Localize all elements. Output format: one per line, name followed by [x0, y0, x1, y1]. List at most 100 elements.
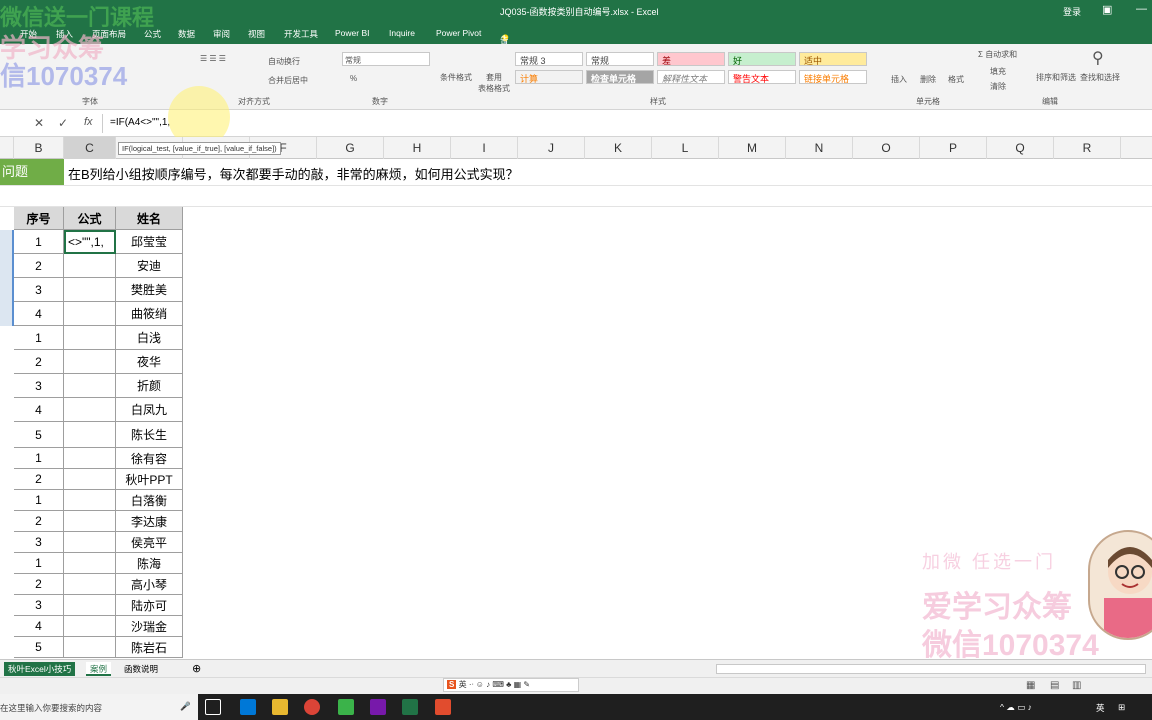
row-name-cell[interactable]: 秋叶PPT: [116, 469, 183, 490]
insert-function-icon[interactable]: fx: [84, 116, 93, 128]
merge-center-button[interactable]: 合并后居中: [268, 75, 308, 86]
row-number-cell[interactable]: 1: [14, 490, 64, 511]
row-number-cell[interactable]: 3: [14, 374, 64, 398]
row-number-cell[interactable]: 2: [14, 511, 64, 532]
formula-input[interactable]: =IF(A4<>"",1,: [110, 117, 170, 128]
excel-taskbar-icon[interactable]: [402, 699, 418, 715]
tab-developer[interactable]: 开发工具: [284, 28, 318, 40]
minimize-icon[interactable]: —: [1136, 3, 1147, 15]
formula-cell[interactable]: [64, 278, 116, 302]
tab-view[interactable]: 视图: [248, 28, 265, 40]
row-name-cell[interactable]: 李达康: [116, 511, 183, 532]
tab-inquire[interactable]: Inquire: [389, 28, 415, 38]
formula-cell[interactable]: [64, 532, 116, 553]
tab-power-bi[interactable]: Power BI: [335, 28, 370, 38]
row-name-cell[interactable]: 樊胜美: [116, 278, 183, 302]
row-number-cell[interactable]: 3: [14, 532, 64, 553]
edge-icon[interactable]: [240, 699, 256, 715]
formula-cell[interactable]: [64, 374, 116, 398]
style-normal3[interactable]: 常规 3: [515, 52, 583, 66]
row-number-cell[interactable]: 4: [14, 302, 64, 326]
align-icon[interactable]: ☰ ☰ ☰: [200, 54, 226, 63]
login-link[interactable]: 登录: [1063, 5, 1081, 18]
enter-icon[interactable]: ✓: [58, 116, 68, 130]
clear-button[interactable]: 清除: [990, 81, 1006, 92]
column-header-i[interactable]: I: [451, 137, 518, 159]
horizontal-scrollbar[interactable]: [716, 664, 1146, 674]
formula-cell[interactable]: [64, 490, 116, 511]
ime-toolbar[interactable]: S 英 ·ᐧ ☺ ♪ ⌨ ♣ ▦ ✎: [443, 678, 579, 692]
formula-cell[interactable]: [64, 616, 116, 637]
number-format-select[interactable]: 常规: [342, 52, 430, 66]
formula-cell[interactable]: [64, 350, 116, 374]
add-sheet-icon[interactable]: ⊕: [188, 662, 205, 676]
microphone-icon[interactable]: 🎤: [180, 701, 191, 712]
task-view-icon[interactable]: [205, 699, 221, 715]
table-format-button[interactable]: 套用 表格格式: [476, 72, 512, 94]
row-name-cell[interactable]: 安迪: [116, 254, 183, 278]
row-number-cell[interactable]: 5: [14, 637, 64, 658]
row-number-cell[interactable]: 1: [14, 230, 64, 254]
sheet-tab-tips[interactable]: 秋叶Excel小技巧: [4, 662, 76, 676]
column-header-l[interactable]: L: [652, 137, 719, 159]
cancel-icon[interactable]: ✕: [34, 116, 44, 130]
header-number[interactable]: 序号: [14, 207, 64, 230]
row-name-cell[interactable]: 侯亮平: [116, 532, 183, 553]
row-number-cell[interactable]: 3: [14, 595, 64, 616]
style-explanatory[interactable]: 解释性文本: [657, 70, 725, 84]
formula-cell[interactable]: [64, 326, 116, 350]
row-name-cell[interactable]: 夜华: [116, 350, 183, 374]
row-number-cell[interactable]: 1: [14, 326, 64, 350]
row-name-cell[interactable]: 陆亦可: [116, 595, 183, 616]
style-neutral[interactable]: 适中: [799, 52, 867, 66]
column-header-b[interactable]: B: [14, 137, 64, 159]
formula-cell[interactable]: [64, 595, 116, 616]
style-linked-cell[interactable]: 链接单元格: [799, 70, 867, 84]
row-number-cell[interactable]: 2: [14, 254, 64, 278]
formula-cell[interactable]: [64, 254, 116, 278]
formula-cell[interactable]: [64, 511, 116, 532]
find-select-button[interactable]: 查找和选择: [1080, 72, 1120, 83]
formula-cell[interactable]: [64, 448, 116, 469]
row-name-cell[interactable]: 白落衡: [116, 490, 183, 511]
row-name-cell[interactable]: 陈海: [116, 553, 183, 574]
column-header-m[interactable]: M: [719, 137, 786, 159]
recorder-icon[interactable]: [435, 699, 451, 715]
wrap-text-button[interactable]: 自动换行: [268, 56, 300, 67]
row-name-cell[interactable]: 白浅: [116, 326, 183, 350]
row-name-cell[interactable]: 沙瑞金: [116, 616, 183, 637]
style-good[interactable]: 好: [728, 52, 796, 66]
file-explorer-icon[interactable]: [272, 699, 288, 715]
column-header-p[interactable]: P: [920, 137, 987, 159]
system-tray-icons[interactable]: ^ ☁ ▭ ♪: [1000, 702, 1032, 713]
row-name-cell[interactable]: 陈岩石: [116, 637, 183, 658]
tab-power-pivot[interactable]: Power Pivot: [436, 28, 481, 38]
page-layout-view-icon[interactable]: ▤: [1050, 680, 1059, 691]
header-name[interactable]: 姓名: [116, 207, 183, 230]
column-header-c[interactable]: C: [64, 137, 116, 159]
ime-mode-icon[interactable]: ⊞: [1118, 702, 1125, 713]
onenote-icon[interactable]: [370, 699, 386, 715]
column-header-r[interactable]: R: [1054, 137, 1121, 159]
formula-cell[interactable]: [64, 469, 116, 490]
row-name-cell[interactable]: 陈长生: [116, 422, 183, 448]
formula-cell[interactable]: [64, 574, 116, 595]
column-header-k[interactable]: K: [585, 137, 652, 159]
ribbon-display-icon[interactable]: ▣: [1102, 3, 1112, 16]
row-number-cell[interactable]: 3: [14, 278, 64, 302]
fill-button[interactable]: 填充: [990, 66, 1006, 77]
row-name-cell[interactable]: 曲筱绡: [116, 302, 183, 326]
style-check-cell[interactable]: 检查单元格: [586, 70, 654, 84]
style-normal[interactable]: 常规: [586, 52, 654, 66]
select-all-corner[interactable]: [0, 137, 14, 159]
chrome-icon[interactable]: [304, 699, 320, 715]
formula-cell[interactable]: [64, 637, 116, 658]
camtasia-icon[interactable]: [338, 699, 354, 715]
column-header-j[interactable]: J: [518, 137, 585, 159]
row-number-cell[interactable]: 2: [14, 574, 64, 595]
formula-cell[interactable]: [64, 398, 116, 422]
row-name-cell[interactable]: 邱莹莹: [116, 230, 183, 254]
row-number-cell[interactable]: 2: [14, 350, 64, 374]
style-calculation[interactable]: 计算: [515, 70, 583, 84]
formula-cell[interactable]: [64, 302, 116, 326]
